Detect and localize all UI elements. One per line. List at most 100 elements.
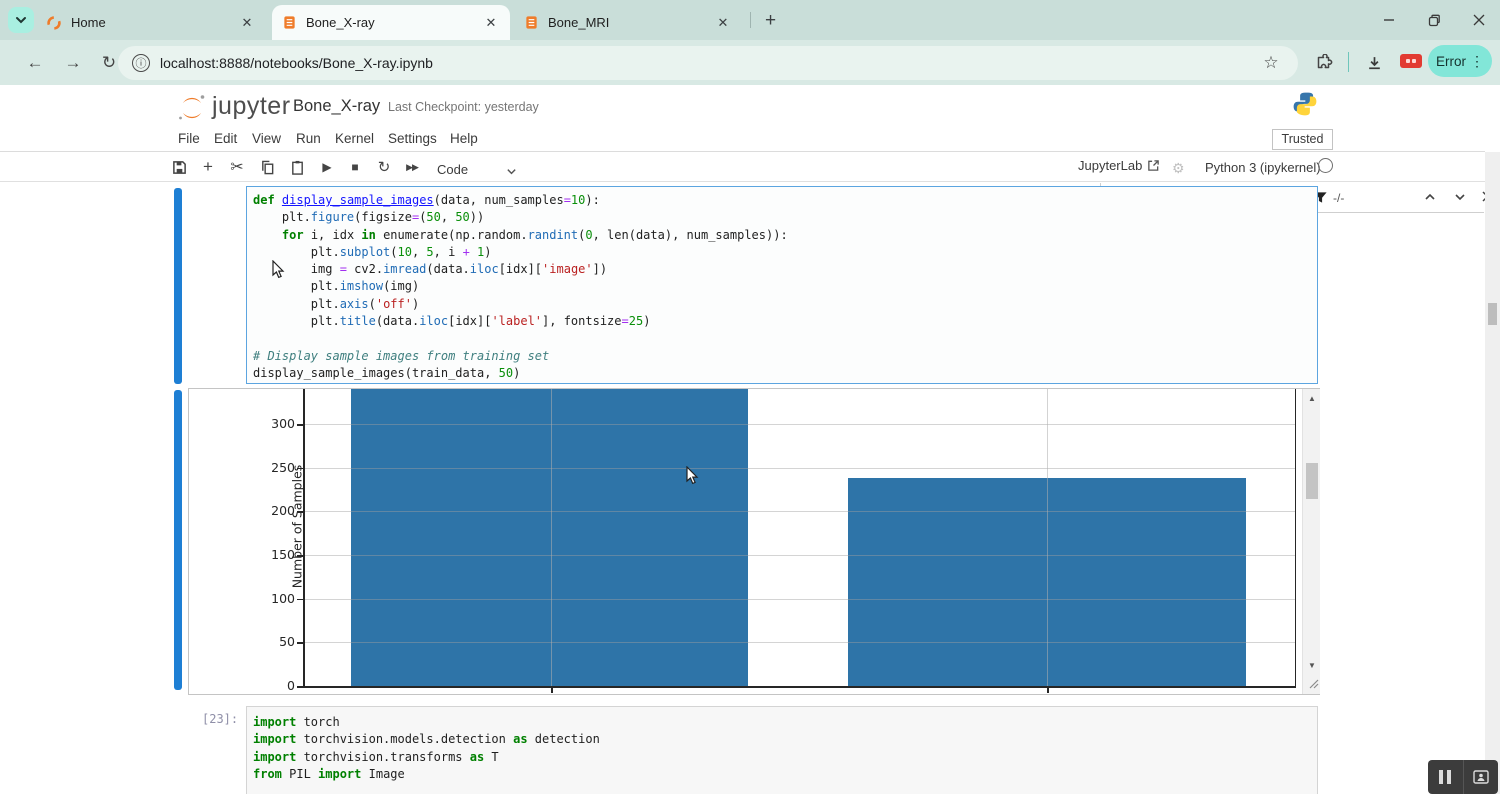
tab-divider — [750, 12, 751, 28]
recorder-extension-icon[interactable] — [1400, 54, 1422, 68]
scroll-down-icon[interactable]: ▼ — [1303, 661, 1321, 670]
scroll-up-icon[interactable]: ▲ — [1303, 394, 1321, 403]
gridline — [303, 555, 1295, 556]
y-tick-label: 0 — [261, 678, 295, 693]
x-tick-mark — [551, 688, 553, 693]
y-axis-spine — [303, 389, 305, 688]
add-cell-button[interactable]: + — [197, 156, 219, 178]
resize-handle-icon[interactable] — [1307, 677, 1319, 689]
tab-label: Home — [71, 15, 238, 30]
run-cell-button[interactable]: ▶ — [316, 156, 338, 178]
menu-view[interactable]: View — [252, 131, 281, 146]
kernel-name-label[interactable]: Python 3 (ipykernel) — [1205, 160, 1321, 175]
paste-cell-button[interactable] — [286, 156, 308, 178]
menu-help[interactable]: Help — [450, 131, 478, 146]
tab-bone-xray[interactable]: Bone_X-ray ✕ — [272, 5, 510, 40]
notebook-book-icon — [524, 15, 539, 30]
code-line: plt.axis('off') — [253, 296, 1317, 313]
copy-cell-button[interactable] — [256, 156, 278, 178]
y-tick-label: 200 — [261, 503, 295, 518]
tab-home[interactable]: Home ✕ — [36, 5, 266, 40]
chevron-down-icon — [15, 14, 27, 26]
restart-kernel-button[interactable]: ↻ — [373, 156, 395, 178]
tab-label: Bone_MRI — [548, 15, 714, 30]
tab-search-button[interactable] — [8, 7, 34, 33]
code-line: def display_sample_images(data, num_samp… — [253, 192, 1317, 209]
window-close-button[interactable] — [1464, 8, 1494, 32]
find-next-button[interactable] — [1453, 190, 1467, 209]
window-minimize-button[interactable] — [1374, 8, 1404, 32]
menu-bar: File Edit View Run Kernel Settings Help — [0, 127, 1485, 152]
code-line: import torch — [253, 714, 1317, 731]
tab-close-icon[interactable]: ✕ — [714, 14, 732, 32]
tab-bone-mri[interactable]: Bone_MRI ✕ — [514, 5, 742, 40]
code-line: # Display sample images from training se… — [253, 348, 1317, 365]
menu-file[interactable]: File — [178, 131, 200, 146]
save-button[interactable] — [168, 156, 190, 178]
gridline — [303, 468, 1295, 469]
tab-label: Bone_X-ray — [306, 15, 482, 30]
y-tick-label: 50 — [261, 634, 295, 649]
maximize-icon — [1428, 14, 1441, 27]
page-scrollbar[interactable] — [1485, 152, 1500, 794]
cut-cell-button[interactable]: ✂ — [226, 156, 248, 178]
find-previous-button[interactable] — [1423, 190, 1437, 209]
chevron-down-icon[interactable] — [500, 160, 522, 182]
code-cell-editor[interactable]: def display_sample_images(data, num_samp… — [246, 186, 1318, 384]
error-button-label: Error — [1436, 54, 1466, 69]
y-tick-label: 100 — [261, 591, 295, 606]
tab-close-icon[interactable]: ✕ — [238, 14, 256, 32]
cell-type-dropdown[interactable]: Code — [437, 158, 468, 180]
trusted-button[interactable]: Trusted — [1272, 129, 1333, 150]
stop-kernel-button[interactable]: ■ — [344, 156, 366, 178]
gridline — [303, 642, 1295, 643]
copy-icon — [260, 160, 275, 175]
downloads-icon[interactable] — [1362, 51, 1386, 75]
code-cell-editor[interactable]: import torchimport torchvision.models.de… — [246, 706, 1318, 794]
new-tab-button[interactable]: + — [758, 8, 783, 33]
output-scrollbar[interactable]: ▲ ▼ — [1302, 389, 1320, 694]
webcam-frame-icon — [1473, 770, 1489, 784]
more-menu-icon[interactable]: ⋮ — [1470, 53, 1484, 70]
pause-recording-button[interactable] — [1428, 760, 1464, 794]
reload-button[interactable]: ↻ — [98, 52, 120, 74]
mouse-cursor — [272, 260, 285, 279]
code-line: for i, idx in enumerate(np.random.randin… — [253, 227, 1317, 244]
code-line: plt.title(data.iloc[idx]['label'], fonts… — [253, 313, 1317, 330]
page-scrollbar-thumb[interactable] — [1488, 303, 1497, 325]
back-button[interactable]: ← — [24, 52, 46, 74]
close-icon — [1473, 14, 1485, 26]
kernel-status-icon — [1318, 158, 1333, 173]
output-cell-indicator[interactable] — [174, 390, 182, 690]
gear-icon[interactable]: ⚙ — [1172, 160, 1185, 177]
window-maximize-button[interactable] — [1419, 8, 1449, 32]
site-info-icon[interactable]: ⓘ — [132, 54, 150, 72]
jupyter-logo-text[interactable]: jupyter — [212, 92, 291, 121]
error-button[interactable]: Error ⋮ — [1428, 45, 1492, 77]
tab-close-icon[interactable]: ✕ — [482, 14, 500, 32]
extensions-icon[interactable] — [1312, 51, 1336, 75]
forward-button[interactable]: → — [62, 52, 84, 74]
jupyterlab-link[interactable]: JupyterLab — [1078, 158, 1160, 173]
mouse-cursor — [686, 466, 699, 485]
find-results-count: -/- — [1333, 191, 1344, 205]
code-line: from PIL import Image — [253, 766, 1317, 783]
save-icon — [172, 160, 187, 175]
menu-edit[interactable]: Edit — [214, 131, 237, 146]
restart-run-all-button[interactable]: ▶▶ — [401, 156, 423, 178]
code-line: import torchvision.models.detection as d… — [253, 731, 1317, 748]
active-cell-indicator[interactable] — [174, 188, 182, 384]
address-bar[interactable]: ⓘ localhost:8888/notebooks/Bone_X-ray.ip… — [118, 46, 1298, 80]
notebook-book-icon — [282, 15, 297, 30]
menu-run[interactable]: Run — [296, 131, 321, 146]
bookmark-star-icon[interactable]: ☆ — [1260, 52, 1282, 74]
camera-toggle-button[interactable] — [1464, 760, 1499, 794]
code-line: plt.figure(figsize=(50, 50)) — [253, 209, 1317, 226]
jupyter-logo[interactable] — [176, 92, 208, 124]
menu-kernel[interactable]: Kernel — [335, 131, 374, 146]
menu-settings[interactable]: Settings — [388, 131, 437, 146]
jupyter-ring-icon — [46, 15, 62, 31]
minimize-icon — [1383, 14, 1395, 26]
output-scrollbar-thumb[interactable] — [1306, 463, 1318, 499]
notebook-title[interactable]: Bone_X-ray — [293, 97, 380, 116]
